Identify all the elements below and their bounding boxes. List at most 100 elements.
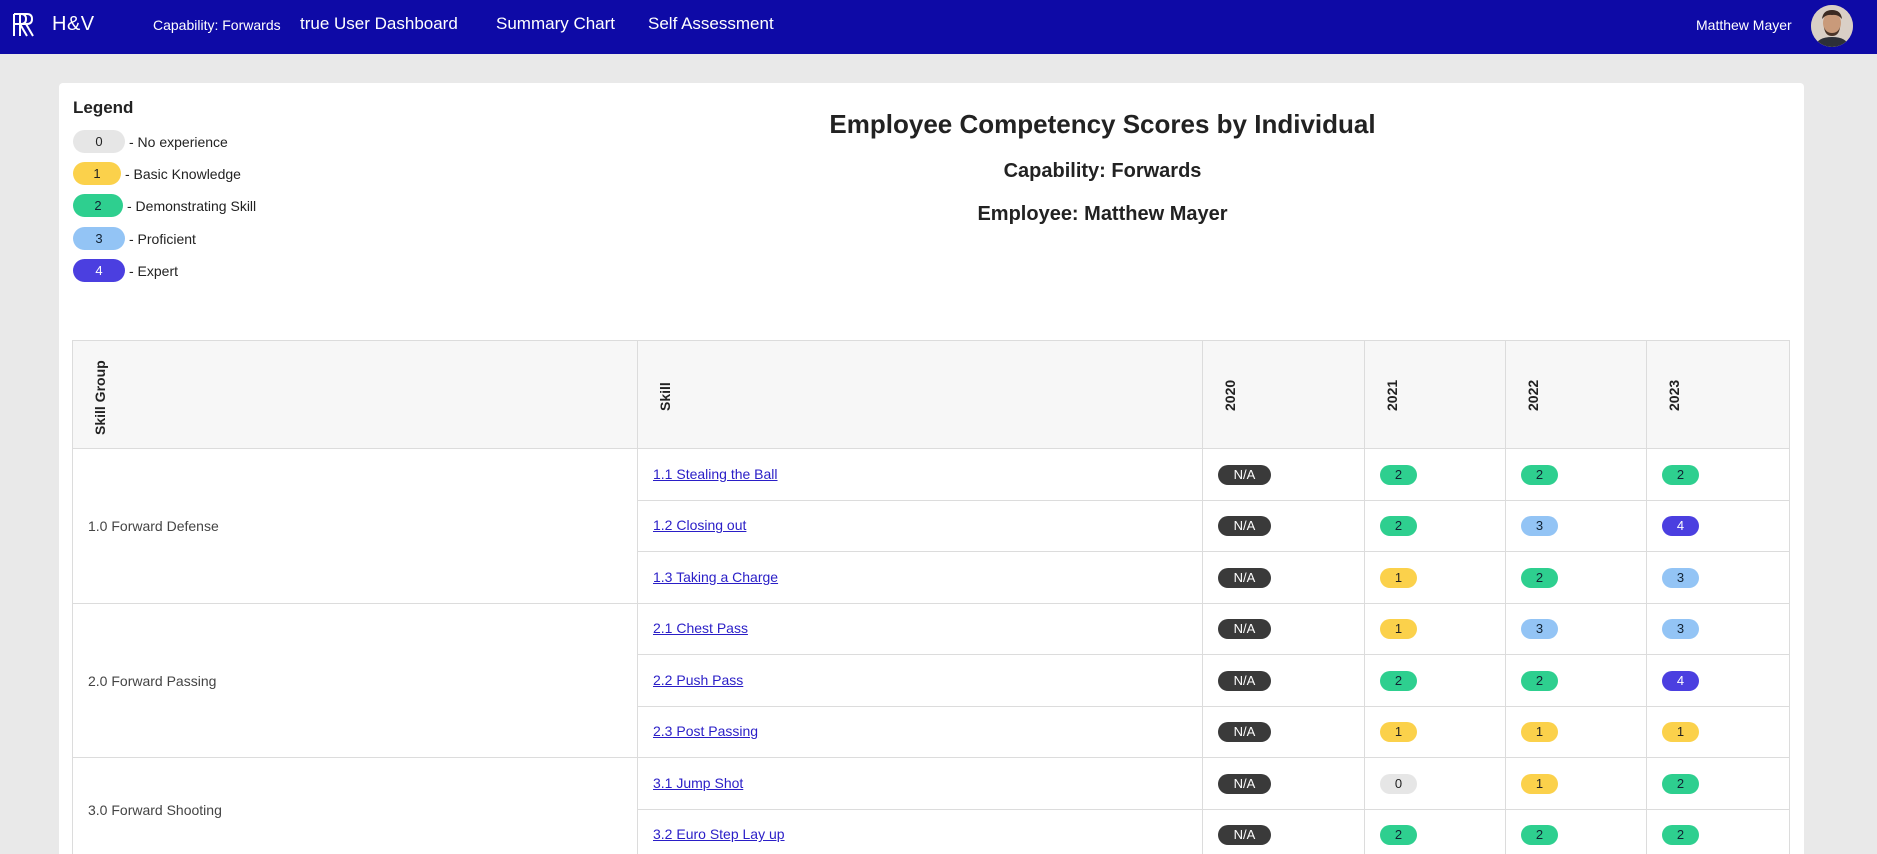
- legend-label: - No experience: [129, 134, 228, 150]
- brand-logo-icon[interactable]: [12, 12, 34, 38]
- score-badge: 2: [1662, 825, 1699, 846]
- table-row-skill-cell: 2.1 Chest Pass: [637, 602, 1203, 655]
- skill-link[interactable]: 2.1 Chest Pass: [653, 620, 748, 636]
- brand-name[interactable]: H&V: [52, 13, 95, 36]
- skill-group-cell: 1.0 Forward Defense: [72, 448, 638, 604]
- legend-score-badge: 2: [73, 194, 123, 217]
- score-badge: 2: [1521, 825, 1558, 846]
- user-name[interactable]: Matthew Mayer: [1696, 17, 1792, 33]
- skill-group-cell: 3.0 Forward Shooting: [72, 757, 638, 854]
- avatar[interactable]: [1811, 5, 1853, 47]
- table-row-skill-cell: 2.2 Push Pass: [637, 654, 1203, 707]
- legend-score-badge: 3: [73, 227, 125, 250]
- score-badge: 2: [1380, 464, 1417, 485]
- score-badge: 3: [1521, 516, 1558, 537]
- report-title: Employee Competency Scores by Individual: [829, 109, 1376, 139]
- score-cell: 2: [1646, 448, 1790, 501]
- score-badge: 2: [1521, 670, 1558, 691]
- score-cell: 3: [1505, 499, 1647, 552]
- score-cell: 0: [1364, 757, 1506, 810]
- header-year-2023[interactable]: 2023: [1666, 380, 1682, 411]
- nav-link-user-dashboard[interactable]: true User Dashboard: [300, 14, 458, 34]
- table-header-cell: 2022: [1505, 340, 1647, 449]
- nav-link-self-assessment[interactable]: Self Assessment: [648, 14, 774, 34]
- score-badge: 2: [1521, 567, 1558, 588]
- header-year-2021[interactable]: 2021: [1384, 380, 1400, 411]
- table-header-cell: 2020: [1202, 340, 1365, 449]
- legend-score-badge: 4: [73, 259, 125, 282]
- score-cell: 2: [1505, 448, 1647, 501]
- table-row-skill-cell: 1.2 Closing out: [637, 499, 1203, 552]
- nav-link-summary-chart[interactable]: Summary Chart: [496, 14, 615, 34]
- score-badge: 2: [1380, 825, 1417, 846]
- top-nav: H&V Capability: Forwards true User Dashb…: [0, 0, 1877, 54]
- skill-link[interactable]: 3.2 Euro Step Lay up: [653, 826, 785, 842]
- table-row-skill-cell: 3.1 Jump Shot: [637, 757, 1203, 810]
- legend-label: - Expert: [129, 263, 179, 279]
- score-cell: 2: [1364, 499, 1506, 552]
- score-cell: 1: [1505, 705, 1647, 758]
- table-row-skill-cell: 2.3 Post Passing: [637, 705, 1203, 758]
- score-cell: 2: [1646, 808, 1790, 854]
- score-cell: 2: [1364, 448, 1506, 501]
- score-badge: 3: [1662, 619, 1699, 640]
- score-cell: 2: [1364, 654, 1506, 707]
- skill-group-label: 2.0 Forward Passing: [88, 672, 217, 689]
- header-skill-group[interactable]: Skill Group: [92, 360, 108, 435]
- score-cell: N/A: [1202, 808, 1365, 854]
- legend-label: - Basic Knowledge: [125, 166, 241, 182]
- capability-label: Capability: Forwards: [153, 17, 281, 33]
- score-cell: 1: [1646, 705, 1790, 758]
- table-header-cell: Skill: [637, 340, 1203, 449]
- table-header-cell: Skill Group: [72, 340, 638, 449]
- table-row-skill-cell: 3.2 Euro Step Lay up: [637, 808, 1203, 854]
- score-badge: N/A: [1218, 619, 1271, 640]
- skill-group-cell: 2.0 Forward Passing: [72, 602, 638, 758]
- score-badge: N/A: [1218, 464, 1271, 485]
- score-badge: 2: [1380, 516, 1417, 537]
- score-badge: 1: [1380, 619, 1417, 640]
- score-badge: N/A: [1218, 773, 1271, 794]
- skill-group-label: 3.0 Forward Shooting: [88, 801, 222, 818]
- score-cell: N/A: [1202, 551, 1365, 604]
- score-cell: N/A: [1202, 654, 1365, 707]
- skill-link[interactable]: 2.3 Post Passing: [653, 723, 758, 739]
- score-badge: 1: [1380, 722, 1417, 743]
- header-year-2022[interactable]: 2022: [1525, 380, 1541, 411]
- table-row-skill-cell: 1.3 Taking a Charge: [637, 551, 1203, 604]
- score-cell: 2: [1505, 551, 1647, 604]
- score-badge: 2: [1662, 464, 1699, 485]
- score-cell: 1: [1364, 551, 1506, 604]
- score-cell: 2: [1505, 808, 1647, 854]
- score-badge: 3: [1521, 619, 1558, 640]
- score-cell: 3: [1646, 551, 1790, 604]
- skill-link[interactable]: 1.3 Taking a Charge: [653, 569, 778, 585]
- score-badge: 2: [1662, 773, 1699, 794]
- score-cell: N/A: [1202, 602, 1365, 655]
- legend-score-badge: 1: [73, 162, 121, 185]
- legend-label: - Demonstrating Skill: [127, 198, 257, 214]
- score-badge: 1: [1521, 722, 1558, 743]
- score-cell: N/A: [1202, 448, 1365, 501]
- score-cell: 1: [1364, 602, 1506, 655]
- skill-link[interactable]: 1.2 Closing out: [653, 517, 746, 533]
- score-cell: N/A: [1202, 757, 1365, 810]
- score-cell: 2: [1364, 808, 1506, 854]
- skill-link[interactable]: 2.2 Push Pass: [653, 672, 743, 688]
- header-year-2020[interactable]: 2020: [1222, 380, 1238, 411]
- score-badge: 3: [1662, 567, 1699, 588]
- score-badge: 1: [1521, 773, 1558, 794]
- table-row-skill-cell: 1.1 Stealing the Ball: [637, 448, 1203, 501]
- score-cell: 4: [1646, 499, 1790, 552]
- score-cell: 2: [1505, 654, 1647, 707]
- header-skill[interactable]: Skill: [657, 382, 673, 411]
- score-cell: 3: [1505, 602, 1647, 655]
- legend-title: Legend: [73, 98, 134, 117]
- score-cell: N/A: [1202, 499, 1365, 552]
- skill-link[interactable]: 3.1 Jump Shot: [653, 775, 743, 791]
- table-header-cell: 2023: [1646, 340, 1790, 449]
- skill-group-label: 1.0 Forward Defense: [88, 518, 219, 535]
- score-badge: 2: [1380, 670, 1417, 691]
- score-cell: N/A: [1202, 705, 1365, 758]
- skill-link[interactable]: 1.1 Stealing the Ball: [653, 466, 778, 482]
